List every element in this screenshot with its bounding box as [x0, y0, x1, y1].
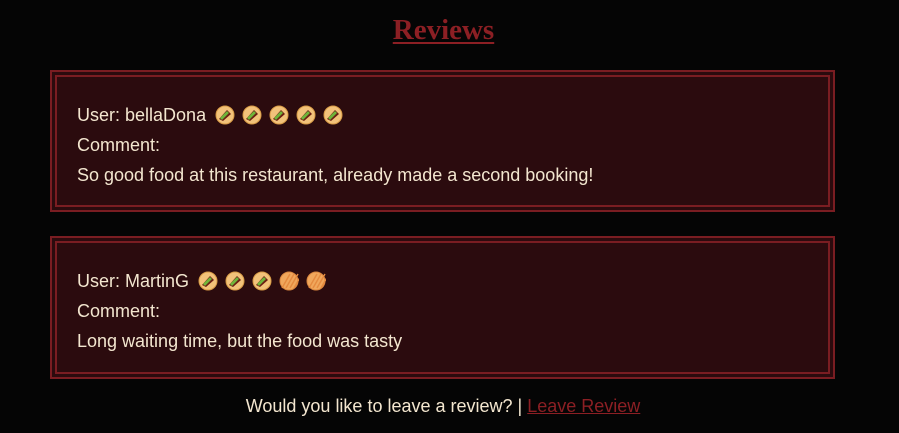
comment-text: So good food at this restaurant, already…: [77, 165, 594, 185]
review-user-line: User: bellaDona: [77, 100, 828, 130]
review-card: User: MartinG Comment: Long waiting time…: [50, 236, 835, 379]
review-user-line: User: MartinG: [77, 266, 828, 296]
review-prompt-text: Would you like to leave a review?: [245, 396, 513, 416]
taco-filled-icon: [225, 271, 245, 291]
footer-separator: |: [517, 396, 523, 416]
user-label: User:: [77, 271, 121, 291]
username: bellaDona: [125, 105, 207, 125]
taco-filled-icon: [252, 271, 272, 291]
review-card: User: bellaDona Comment: So good food at…: [50, 70, 835, 212]
comment-text: Long waiting time, but the food was tast…: [77, 331, 403, 351]
taco-empty-icon: [279, 271, 300, 291]
leave-review-link[interactable]: Leave Review: [527, 396, 640, 416]
comment-label: Comment:: [77, 301, 161, 321]
taco-empty-icon: [306, 271, 327, 291]
taco-filled-icon: [242, 105, 262, 125]
review-prompt: Would you like to leave a review? | Leave …: [0, 393, 886, 419]
comment-label: Comment:: [77, 135, 161, 155]
rating: [215, 105, 343, 125]
page-title: Reviews: [392, 14, 495, 46]
rating: [198, 271, 327, 291]
username: MartinG: [125, 271, 190, 291]
taco-filled-icon: [296, 105, 316, 125]
taco-filled-icon: [198, 271, 218, 291]
user-label: User:: [77, 105, 121, 125]
taco-filled-icon: [269, 105, 289, 125]
taco-filled-icon: [323, 105, 343, 125]
taco-filled-icon: [215, 105, 235, 125]
